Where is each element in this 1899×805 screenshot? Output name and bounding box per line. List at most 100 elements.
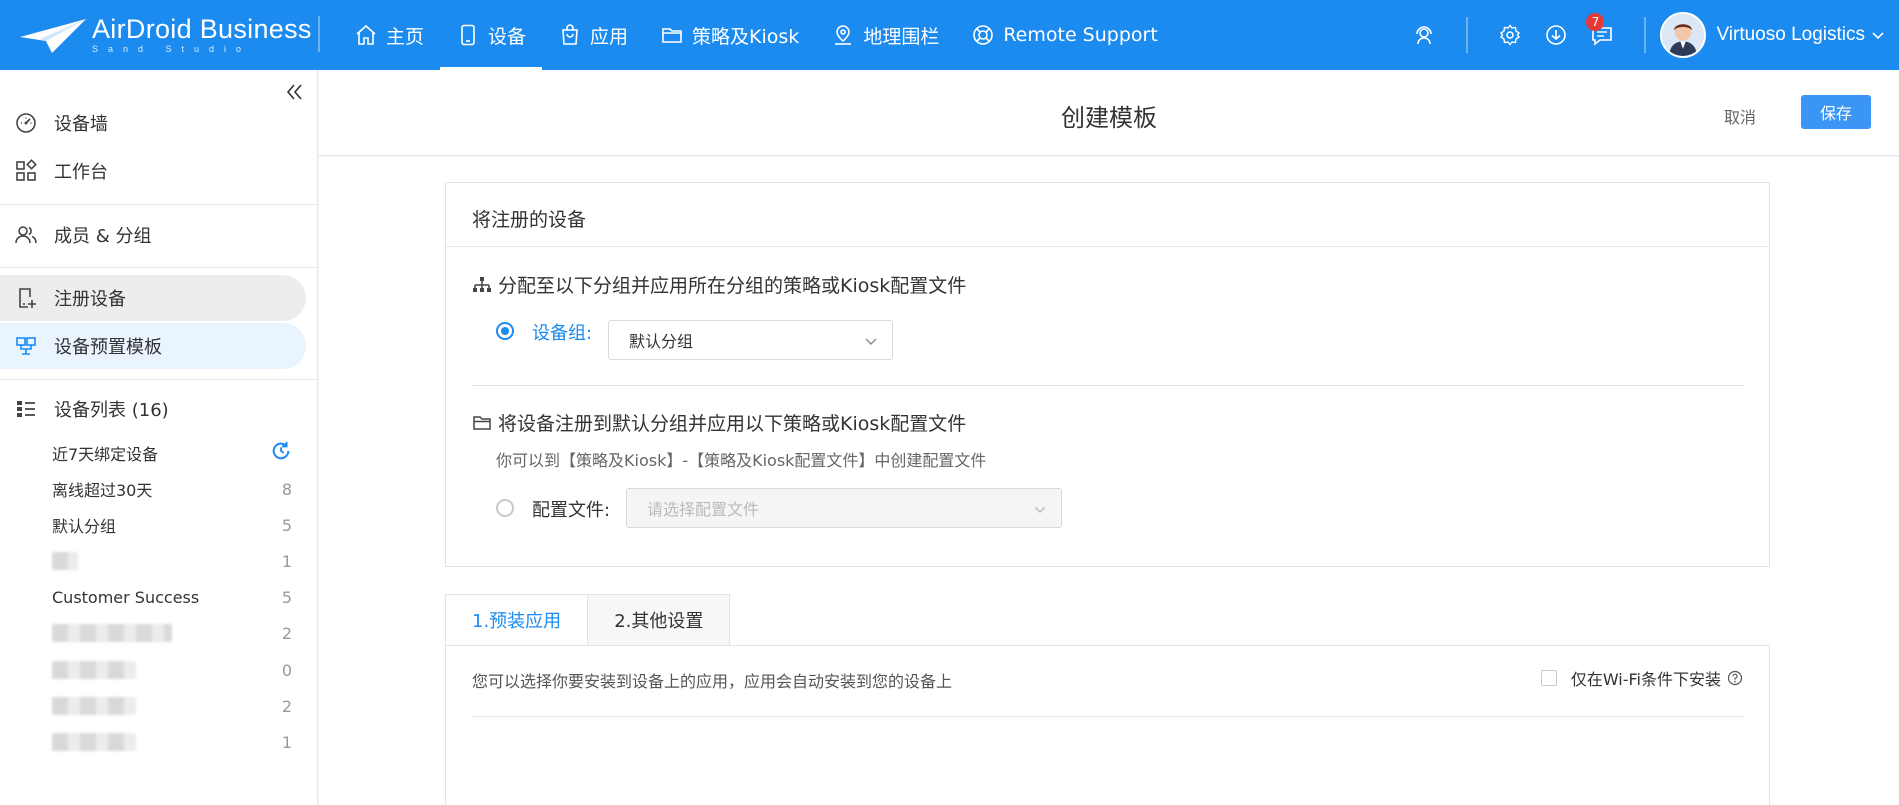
app-bag-icon <box>562 24 578 45</box>
download-button[interactable] <box>1544 23 1568 47</box>
dashboard-icon <box>16 113 36 133</box>
redacted-group-name <box>52 697 136 715</box>
sidebar-item-label: 设备预置模板 <box>54 337 162 358</box>
refresh-button[interactable] <box>270 440 292 466</box>
template-icon <box>16 337 36 355</box>
radio-device-group[interactable] <box>496 322 514 340</box>
sidebar-divider <box>0 267 318 268</box>
option-assign-group-heading: 分配至以下分组并应用所在分组的策略或Kiosk配置文件 <box>472 271 966 298</box>
page-header: 创建模板 取消 保存 <box>319 70 1899 156</box>
folder-icon <box>662 28 682 43</box>
list-icon <box>17 401 35 417</box>
group-item-redacted[interactable]: 1 <box>52 727 292 757</box>
org-tree-icon <box>473 276 491 292</box>
radio-config-file[interactable] <box>496 499 514 517</box>
tab-other-settings[interactable]: 2.其他设置 <box>588 594 731 646</box>
user-name[interactable]: Virtuoso Logistics <box>1716 24 1865 46</box>
group-item-redacted[interactable]: 2 <box>52 691 292 721</box>
chevron-down-icon <box>865 338 877 345</box>
save-button[interactable]: 保存 <box>1801 95 1871 129</box>
brand-logo[interactable]: AirDroid Business Sand Studio <box>18 12 318 58</box>
group-item-default[interactable]: 默认分组 5 <box>52 510 292 540</box>
nav-geofence-label: 地理围栏 <box>863 25 940 48</box>
group-name: 默认分组 <box>52 517 117 536</box>
settings-button[interactable] <box>1498 23 1522 47</box>
config-file-select[interactable]: 请选择配置文件 <box>626 488 1062 528</box>
device-group-label: 设备组: <box>532 323 593 344</box>
nav-geofence[interactable]: 地理围栏 <box>815 0 955 70</box>
group-count: 5 <box>281 587 292 607</box>
group-count: 1 <box>281 732 292 752</box>
sidebar-item-label: 设备墙 <box>54 114 108 135</box>
home-icon <box>356 24 376 45</box>
help-icon[interactable] <box>1727 670 1743 686</box>
nav-home[interactable]: 主页 <box>338 0 440 70</box>
nav-apps-label: 应用 <box>590 25 629 48</box>
wifi-only-option[interactable]: 仅在Wi-Fi条件下安装 <box>1540 666 1743 690</box>
refresh-icon <box>272 441 290 460</box>
sidebar-item-members[interactable]: 成员 & 分组 <box>0 212 306 258</box>
option-heading-text: 分配至以下分组并应用所在分组的策略或Kiosk配置文件 <box>498 275 967 297</box>
topbar-divider <box>1644 17 1647 53</box>
sidebar-item-device-list[interactable]: 设备列表 (16) <box>0 386 306 432</box>
group-item-redacted[interactable]: 1 <box>52 546 292 576</box>
group-item-customer-success[interactable]: Customer Success 5 <box>52 582 292 612</box>
nav-apps[interactable]: 应用 <box>542 0 644 70</box>
sidebar-item-workbench[interactable]: 工作台 <box>0 148 306 194</box>
group-count: 8 <box>281 479 292 499</box>
support-agent-button[interactable] <box>1412 23 1436 47</box>
card-title: 将注册的设备 <box>472 209 587 231</box>
nav-home-label: 主页 <box>386 25 425 48</box>
topbar-divider <box>318 16 320 52</box>
register-device-icon <box>19 288 36 308</box>
wifi-only-checkbox[interactable] <box>1540 670 1557 686</box>
sidebar-item-device-wall[interactable]: 设备墙 <box>0 100 306 146</box>
group-count: 1 <box>281 551 292 571</box>
device-icon <box>461 24 475 46</box>
sidebar-item-label: 注册设备 <box>54 289 126 310</box>
workbench-icon <box>16 159 37 181</box>
redacted-group-name <box>52 733 136 751</box>
sidebar: 设备墙 工作台 成员 & 分组 注册设备 设备预置模板 设备列表 (16) 近7… <box>0 70 318 805</box>
nav-policies-label: 策略及Kiosk <box>692 25 800 48</box>
sidebar-item-register-device[interactable]: 注册设备 <box>0 275 306 321</box>
group-item-recent-7-days[interactable]: 近7天绑定设备 <box>52 438 292 468</box>
gear-icon <box>1500 24 1521 46</box>
redacted-group-name <box>52 552 78 570</box>
sidebar-item-device-template[interactable]: 设备预置模板 <box>0 323 306 369</box>
tab-preinstall-apps[interactable]: 1.预装应用 <box>445 594 589 646</box>
members-icon <box>15 226 37 244</box>
preinstall-apps-panel: 您可以选择你要安装到设备上的应用，应用会自动安装到您的设备上 仅在Wi-Fi条件… <box>445 645 1770 805</box>
sidebar-divider <box>0 204 318 205</box>
cancel-button[interactable]: 取消 <box>1724 104 1756 128</box>
nav-devices[interactable]: 设备 <box>440 0 543 70</box>
chevron-down-icon <box>1034 506 1046 513</box>
group-count: 2 <box>281 696 292 716</box>
sidebar-item-label: 工作台 <box>54 162 108 183</box>
sidebar-divider <box>0 379 318 380</box>
option-heading-text: 将设备注册到默认分组并应用以下策略或Kiosk配置文件 <box>498 413 967 435</box>
template-tabs: 1.预装应用 2.其他设置 <box>445 594 731 646</box>
option-divider <box>472 385 1744 386</box>
config-file-hint: 你可以到【策略及Kiosk】-【策略及Kiosk配置文件】中创建配置文件 <box>496 451 987 470</box>
page-title: 创建模板 <box>1061 104 1157 132</box>
top-bar: AirDroid Business Sand Studio 主页 设备 应用 策… <box>0 0 1899 70</box>
device-group-value: 默认分组 <box>629 332 694 351</box>
group-item-offline-30-days[interactable]: 离线超过30天 8 <box>52 474 292 504</box>
device-group-select[interactable]: 默认分组 <box>608 320 893 360</box>
nav-remote-support[interactable]: Remote Support <box>955 0 1173 70</box>
group-name: 近7天绑定设备 <box>52 445 159 464</box>
messages-button[interactable]: 7 <box>1586 13 1614 47</box>
nav-devices-label: 设备 <box>488 25 527 48</box>
sidebar-item-label: 设备列表 (16) <box>54 400 169 421</box>
group-item-redacted[interactable]: 0 <box>52 655 292 685</box>
avatar[interactable] <box>1660 12 1707 58</box>
nav-policies[interactable]: 策略及Kiosk <box>644 0 815 70</box>
chevron-down-icon[interactable] <box>1871 28 1885 42</box>
config-file-placeholder: 请选择配置文件 <box>647 500 760 519</box>
folder-icon <box>473 415 491 430</box>
register-devices-card: 将注册的设备 分配至以下分组并应用所在分组的策略或Kiosk配置文件 设备组: … <box>445 182 1770 567</box>
group-count: 0 <box>281 660 292 680</box>
topbar-divider <box>1466 17 1469 53</box>
group-item-redacted[interactable]: 2 <box>52 618 292 648</box>
